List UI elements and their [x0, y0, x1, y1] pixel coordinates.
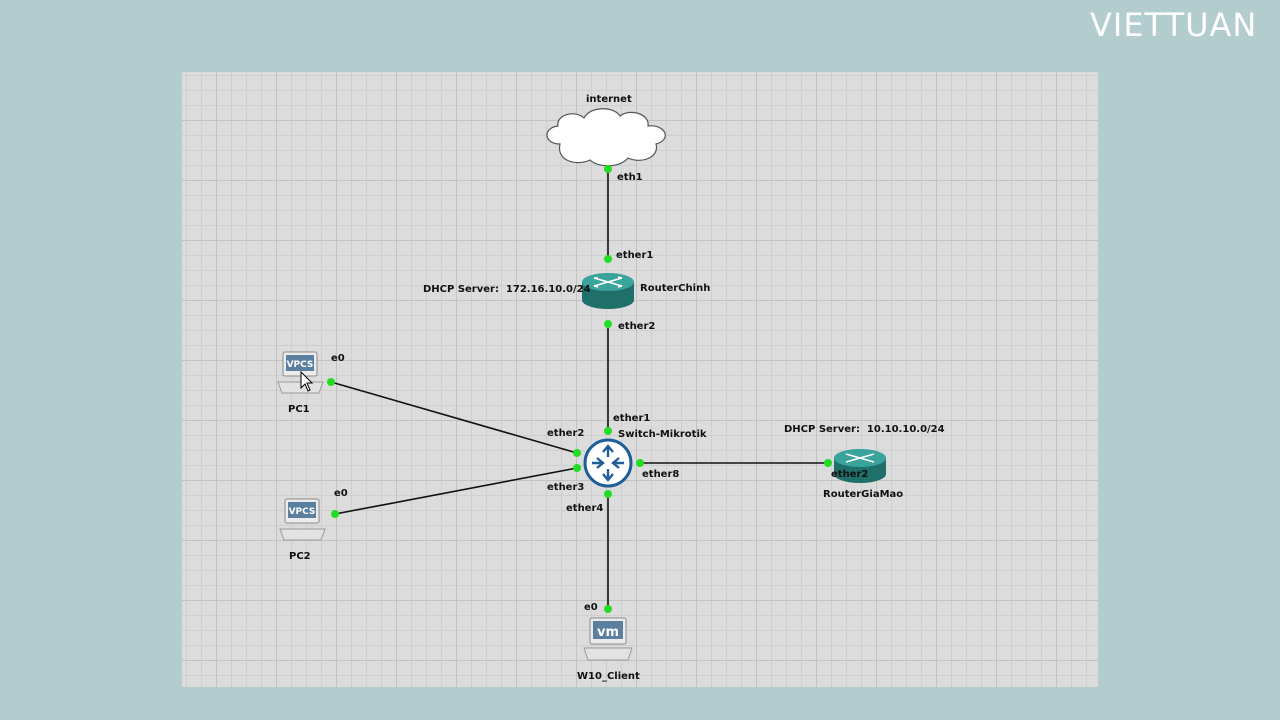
- cloud-icon[interactable]: [546, 108, 666, 167]
- port-label: ether3: [547, 482, 584, 493]
- port-dot: [636, 459, 644, 467]
- link-pc2-switch[interactable]: [334, 467, 578, 515]
- port-label: ether1: [613, 413, 650, 424]
- port-dot: [604, 165, 612, 173]
- node-label-pc1: PC1: [288, 404, 310, 415]
- port-label: ether4: [566, 503, 603, 514]
- switch-icon[interactable]: [583, 438, 633, 488]
- port-dot: [604, 320, 612, 328]
- port-label: eth1: [617, 172, 643, 183]
- vpcs-badge: VPCS: [287, 360, 314, 370]
- node-label-switch: Switch-Mikrotik: [618, 429, 707, 440]
- port-dot: [573, 464, 581, 472]
- port-dot: [573, 449, 581, 457]
- dhcp-note-routergiamao: DHCP Server: 10.10.10.0/24: [784, 424, 945, 435]
- port-label: ether2: [618, 321, 655, 332]
- port-label: e0: [331, 353, 345, 364]
- port-dot: [331, 510, 339, 518]
- dhcp-note-routerchinh: DHCP Server: 172.16.10.0/24: [423, 284, 591, 295]
- vm-badge: vm: [597, 625, 619, 640]
- node-label-w10: W10_Client: [577, 671, 640, 682]
- node-label-internet: internet: [586, 94, 632, 105]
- port-label: e0: [584, 602, 598, 613]
- vpcs-badge: VPCS: [289, 507, 316, 517]
- vm-icon[interactable]: vm: [583, 617, 633, 661]
- port-dot: [604, 255, 612, 263]
- port-dot: [824, 459, 832, 467]
- port-label: ether2: [547, 428, 584, 439]
- port-dots: [327, 165, 832, 613]
- vpcs-icon[interactable]: VPCS: [279, 498, 326, 541]
- brand-logo: VIETTUAN: [1090, 6, 1258, 44]
- port-label: e0: [334, 488, 348, 499]
- port-dot: [604, 427, 612, 435]
- topology-diagram: internet RouterChinh DHCP Server: 172.16…: [277, 94, 945, 682]
- port-dot: [604, 490, 612, 498]
- port-label: ether1: [616, 250, 653, 261]
- port-label: ether2: [831, 469, 868, 480]
- node-label-routerchinh: RouterChinh: [640, 283, 710, 294]
- port-label: ether8: [642, 469, 679, 480]
- port-dot: [604, 605, 612, 613]
- port-dot: [327, 378, 335, 386]
- node-label-pc2: PC2: [289, 551, 311, 562]
- link-pc1-switch[interactable]: [330, 381, 578, 454]
- topology-canvas[interactable]: internet RouterChinh DHCP Server: 172.16…: [182, 72, 1098, 687]
- node-label-routergiamao: RouterGiaMao: [823, 489, 903, 500]
